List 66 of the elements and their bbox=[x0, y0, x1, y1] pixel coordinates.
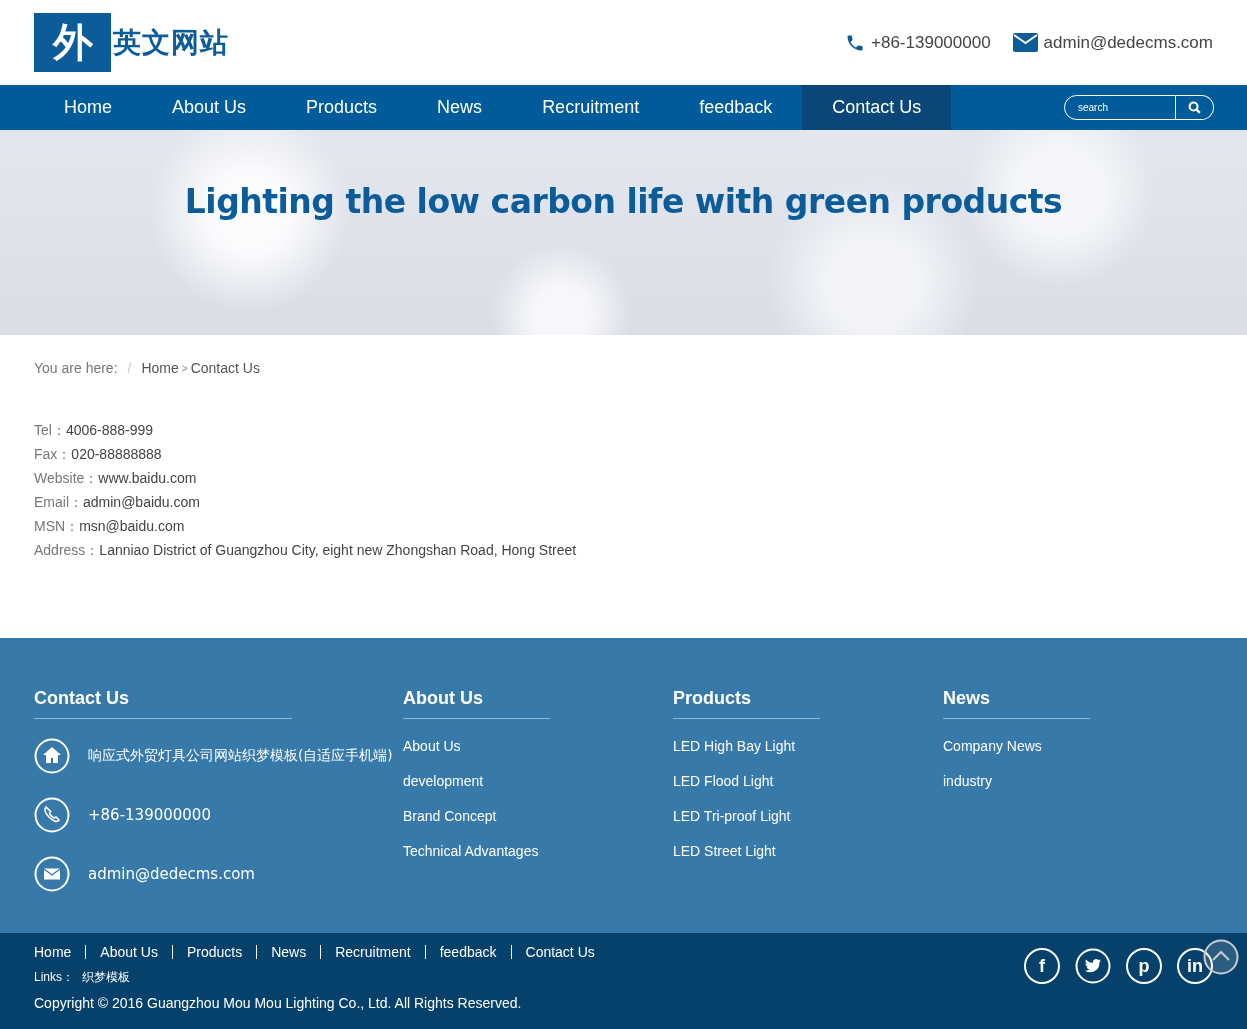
social-link[interactable]: p bbox=[1126, 948, 1162, 984]
hero-title: Lighting the low carbon life with green products bbox=[184, 182, 1063, 223]
bottom-nav-link[interactable]: Home bbox=[34, 945, 86, 959]
footer-link[interactable]: Company News bbox=[943, 738, 1042, 755]
logo-text: 英文网站 bbox=[113, 24, 229, 61]
info-value: 020-88888888 bbox=[71, 446, 162, 462]
footer-link[interactable]: LED Tri-proof Light bbox=[673, 808, 791, 825]
footer-link[interactable]: development bbox=[403, 773, 484, 790]
social-link[interactable]: f bbox=[1024, 948, 1060, 984]
info-value: www.baidu.com bbox=[98, 470, 197, 486]
bottom-nav-link[interactable]: Products bbox=[171, 945, 257, 959]
nav-item[interactable]: Contact Us bbox=[802, 85, 952, 130]
nav-item[interactable]: Home bbox=[34, 85, 142, 130]
nav-item[interactable]: Recruitment bbox=[512, 85, 670, 130]
info-value: admin@baidu.com bbox=[83, 494, 200, 510]
contact-text: admin@dedecms.com bbox=[1043, 32, 1213, 53]
nav-item[interactable]: About Us bbox=[142, 85, 277, 130]
bottom-nav-link[interactable]: About Us bbox=[85, 945, 172, 959]
footer-link[interactable]: About Us bbox=[403, 738, 461, 755]
breadcrumb-link[interactable]: Contact Us bbox=[190, 360, 260, 376]
breadcrumb-separator: / bbox=[127, 360, 132, 376]
nav-item[interactable]: News bbox=[407, 85, 513, 130]
search-icon[interactable] bbox=[1188, 101, 1201, 114]
info-label: Tel： bbox=[34, 422, 66, 438]
links-label: Links： bbox=[34, 969, 74, 986]
footer-contact-text: admin@dedecms.com bbox=[88, 865, 255, 883]
bottom-nav-link[interactable]: News bbox=[256, 945, 321, 959]
mail-icon bbox=[1012, 33, 1038, 52]
footer-link[interactable]: Brand Concept bbox=[403, 808, 497, 825]
info-label: Address： bbox=[34, 542, 100, 558]
nav-item[interactable]: Products bbox=[276, 85, 408, 130]
breadcrumb-label: You are here: bbox=[34, 360, 118, 376]
logo-mark[interactable]: 外 bbox=[34, 13, 111, 72]
footer-contact-text: +86-139000000 bbox=[88, 806, 211, 824]
breadcrumb-link[interactable]: Home bbox=[141, 360, 179, 376]
copyright-text: Copyright © 2016 Guangzhou Mou Mou Lighting Co., Ltd. All Rights Reserved. bbox=[34, 995, 523, 1011]
friend-link[interactable]: 织梦模板 bbox=[82, 969, 130, 986]
breadcrumb-arrow: > bbox=[181, 362, 188, 374]
footer-heading: About Us bbox=[403, 687, 483, 709]
footer-heading: Contact Us bbox=[34, 687, 129, 709]
bottom-nav-link[interactable]: Recruitment bbox=[320, 945, 425, 959]
contact-text: +86-139000000 bbox=[871, 32, 991, 53]
footer-heading: News bbox=[943, 687, 991, 709]
info-value: Lanniao District of Guangzhou City, eight new Zhongshan Road, Hong Street bbox=[99, 542, 577, 558]
social-link[interactable]: in bbox=[1177, 948, 1213, 984]
bottom-nav-link[interactable]: feedback bbox=[424, 945, 511, 959]
bird-icon[interactable] bbox=[1075, 948, 1111, 984]
footer-contact-text: 响应式外贸灯具公司网站织梦模板(自适应手机端) bbox=[88, 747, 393, 765]
footer-link[interactable]: LED Flood Light bbox=[673, 773, 774, 790]
search-field[interactable]: search bbox=[1064, 95, 1176, 120]
info-value: msn@baidu.com bbox=[79, 518, 185, 534]
nav-item[interactable]: feedback bbox=[669, 85, 803, 130]
footer-link[interactable]: Technical Advantages bbox=[403, 843, 539, 860]
house-icon bbox=[34, 738, 70, 774]
info-label: Fax： bbox=[34, 446, 72, 462]
mail-icon bbox=[34, 856, 70, 892]
info-value: 4006-888-999 bbox=[65, 422, 154, 438]
footer-link[interactable]: industry bbox=[943, 773, 993, 790]
footer-link[interactable]: LED High Bay Light bbox=[673, 738, 796, 755]
footer-link[interactable]: LED Street Light bbox=[673, 843, 776, 860]
info-label: Email： bbox=[34, 494, 83, 510]
info-label: Website： bbox=[34, 470, 99, 486]
info-label: MSN： bbox=[34, 518, 80, 534]
phone-icon bbox=[34, 797, 70, 833]
bottom-nav-link[interactable]: Contact Us bbox=[510, 945, 609, 959]
footer-heading: Products bbox=[673, 687, 751, 709]
